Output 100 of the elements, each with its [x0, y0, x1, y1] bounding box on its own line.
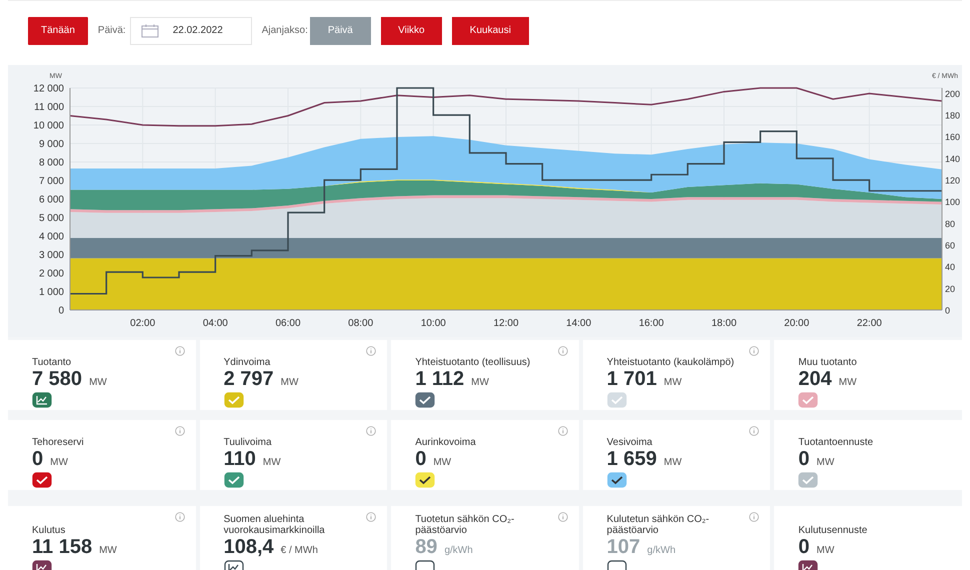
y2-tick-label: 0 [945, 306, 950, 316]
card-unit: MW [664, 376, 682, 390]
y-tick-label: 8 000 [38, 158, 64, 168]
x-tick-label: 14:00 [566, 318, 592, 329]
chart-toggle-icon[interactable] [32, 392, 52, 408]
date-value: 22.02.2022 [172, 24, 223, 38]
y-tick-label: 3 000 [38, 250, 64, 261]
card-title: Ydinvoima [224, 357, 272, 368]
card-unit: g/kWh [444, 544, 473, 558]
card-unit: MW [280, 376, 298, 390]
card-value: 0 [798, 448, 810, 470]
card-title: Tuotanto [32, 357, 72, 368]
card-unit: MW [664, 456, 682, 470]
x-tick-label: 02:00 [130, 318, 156, 329]
info-icon[interactable] [558, 346, 568, 356]
y2-tick-label: 120 [945, 176, 960, 186]
checkbox-icon[interactable] [32, 472, 52, 488]
card-unit: MW [262, 456, 281, 470]
y-tick-label: 6 000 [38, 194, 64, 206]
y2-tick-label: 200 [945, 88, 960, 99]
card-title: Vesivoima [606, 437, 654, 448]
x-tick-label: 18:00 [711, 318, 737, 329]
x-tick-label: 20:00 [784, 318, 810, 329]
card-value: 89 [415, 536, 438, 558]
card-unit: € / MWh [280, 544, 318, 558]
x-tick-label: 10:00 [420, 318, 446, 329]
x-tick-label: 12:00 [493, 318, 519, 329]
y2-tick-label: 160 [945, 132, 960, 142]
card-title: Muu tuotanto [798, 357, 858, 368]
period-label: Ajanjakso: [262, 24, 308, 38]
card-value: 7 580 [32, 368, 82, 390]
y-tick-label: 10 000 [33, 120, 64, 132]
card-value: 11 158 [32, 536, 92, 558]
y2-tick-label: 60 [945, 240, 956, 251]
info-icon[interactable] [174, 346, 185, 356]
info-icon[interactable] [174, 426, 185, 436]
card-value: 108,4 [224, 536, 274, 558]
checkbox-icon[interactable] [606, 472, 627, 488]
card-unit: g/kWh [647, 544, 676, 558]
y-tick-label: 9 000 [38, 139, 64, 150]
x-tick-label: 08:00 [348, 318, 374, 329]
period-tab[interactable]: Päivä [310, 16, 371, 44]
y-tick-label: 12 000 [33, 84, 64, 94]
card-title: Tuotetun sähkön CO₂-päästöarvio [415, 514, 516, 536]
y-tick-label: 2 000 [38, 268, 64, 280]
period-tab[interactable]: Kuukausi [452, 16, 529, 44]
card-unit: MW [838, 376, 857, 390]
card-title: Yhteistuotanto (kaukolämpö) [606, 357, 736, 368]
card-unit: MW [816, 544, 834, 558]
card-unit: MW [99, 544, 117, 558]
period-tab[interactable]: Viikko [380, 16, 442, 44]
info-icon[interactable] [366, 512, 376, 522]
card-value: 204 [798, 368, 832, 390]
checkbox-icon[interactable] [798, 392, 818, 408]
card-title: Suomen aluehinta vuorokausimarkkinoilla [224, 514, 326, 536]
y2-tick-label: 140 [945, 154, 960, 164]
info-icon[interactable] [749, 512, 760, 522]
y-tick-label: 1 000 [38, 287, 64, 298]
card-unit: MW [433, 456, 452, 470]
y-tick-label: 11 000 [34, 102, 64, 113]
card-value: 0 [415, 448, 426, 470]
y2-tick-label: 20 [945, 284, 956, 294]
card-unit: MW [816, 456, 834, 470]
checkbox-icon[interactable] [224, 392, 244, 408]
card-title: Tuulivoima [224, 437, 273, 448]
info-icon[interactable] [366, 426, 376, 436]
card-unit: MW [471, 376, 489, 390]
info-icon[interactable] [749, 346, 760, 356]
card-value: 2 797 [224, 368, 274, 390]
card-value: 107 [606, 536, 640, 558]
card-value: 1 659 [606, 448, 657, 470]
card-title: Kulutetun sähkön CO₂-päästöarvio [606, 514, 710, 536]
x-tick-label: 04:00 [202, 318, 228, 329]
info-icon[interactable] [174, 512, 185, 522]
y-tick-label: 0 [58, 306, 64, 316]
today-button[interactable]: Tänään [28, 16, 88, 44]
card-unit: MW [50, 456, 68, 470]
info-icon[interactable] [558, 426, 568, 436]
y2-tick-label: 80 [945, 218, 956, 229]
card-title: Yhteistuotanto (teollisuus) [415, 357, 532, 368]
x-tick-label: 22:00 [856, 318, 882, 329]
card-title: Kulutus [32, 525, 66, 536]
checkbox-icon[interactable] [415, 392, 436, 408]
info-icon[interactable] [558, 512, 568, 522]
card-title: Tehoreservi [32, 437, 85, 448]
x-tick-label: 06:00 [275, 318, 301, 329]
info-icon[interactable] [366, 346, 376, 356]
date-field[interactable]: 22.02.2022 [130, 16, 252, 44]
card-title: Kulutusennuste [798, 525, 868, 536]
y2-tick-label: 180 [945, 110, 960, 121]
calendar-icon [140, 24, 159, 38]
checkbox-icon[interactable] [224, 472, 244, 488]
card-title: Tuotantoennuste [798, 437, 874, 448]
card-value: 0 [798, 536, 810, 558]
checkbox-icon[interactable] [798, 472, 818, 488]
y2-tick-label: 100 [945, 197, 960, 208]
y2-tick-label: 40 [945, 262, 956, 272]
info-icon[interactable] [749, 426, 760, 436]
date-label: Päivä: [98, 24, 126, 38]
y-tick-label: 5 000 [38, 213, 64, 224]
